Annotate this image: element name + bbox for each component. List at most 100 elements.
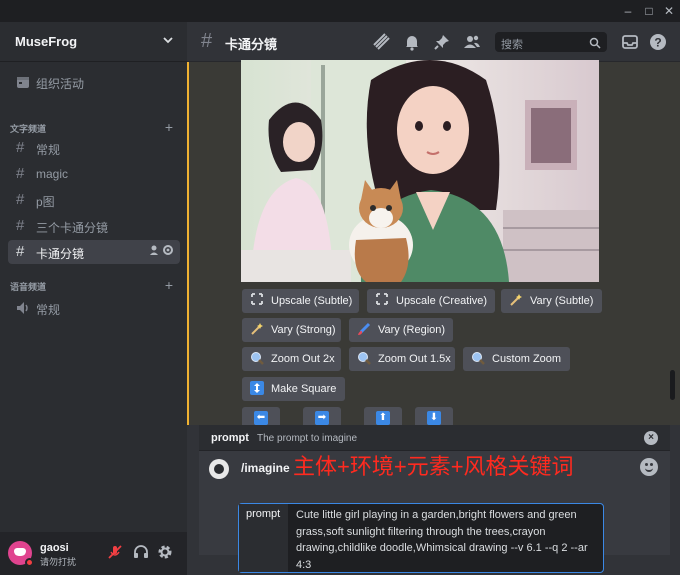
arrow-right-icon: ➡ xyxy=(315,411,329,425)
message-composer: /imagine 主体+环境+元素+风格关键词 prompt Cute litt… xyxy=(199,451,670,573)
channel-header: # 卡通分镜 搜索 ? xyxy=(187,22,680,62)
arrows-vertical-icon xyxy=(250,381,264,397)
button-label: Make Square xyxy=(271,383,337,395)
magnifier-icon xyxy=(471,351,485,367)
zoom-out-1-5x-button[interactable]: Zoom Out 1.5x xyxy=(349,347,455,371)
members-icon[interactable] xyxy=(463,33,481,51)
scrollbar-thumb[interactable] xyxy=(670,370,675,400)
upscale-icon xyxy=(375,293,389,309)
category-voice-label: 语音频道 xyxy=(10,282,47,292)
prompt-value[interactable]: Cute little girl playing in a garden,bri… xyxy=(296,507,600,573)
arrow-down-icon: ⬇ xyxy=(427,411,441,425)
button-label: Vary (Strong) xyxy=(271,324,336,336)
button-label: Vary (Region) xyxy=(378,324,446,336)
prompt-input[interactable]: prompt Cute little girl playing in a gar… xyxy=(238,503,604,573)
button-label: Custom Zoom xyxy=(492,353,562,365)
vary-strong-button[interactable]: Vary (Strong) xyxy=(242,318,341,342)
sidebar-item-channel-3[interactable]: # p图 xyxy=(8,188,180,212)
add-channel-icon[interactable]: + xyxy=(165,119,173,135)
headphones-icon[interactable] xyxy=(132,544,150,562)
pin-icon[interactable] xyxy=(433,33,451,51)
sidebar-item-channel-4[interactable]: # 三个卡通分镜 xyxy=(8,214,180,238)
prompt-option-label: prompt xyxy=(239,504,289,572)
events-label: 组织活动 xyxy=(36,77,85,91)
button-label: Zoom Out 2x xyxy=(271,353,335,365)
main-area: # 卡通分镜 搜索 ? Upscale (Subtle) Upscale (Cr… xyxy=(187,22,680,575)
server-header[interactable]: MuseFrog xyxy=(0,22,187,62)
button-label: Zoom Out 1.5x xyxy=(378,353,451,365)
hash-icon: # xyxy=(16,165,25,182)
chevron-down-icon[interactable] xyxy=(162,33,174,49)
vary-region-button[interactable]: Vary (Region) xyxy=(349,318,453,342)
category-text[interactable]: 文字频道 + xyxy=(6,119,181,136)
svg-text:?: ? xyxy=(654,36,661,50)
hash-icon: # xyxy=(16,191,25,208)
gear-icon[interactable] xyxy=(156,544,174,562)
hash-icon: # xyxy=(16,243,25,260)
status-dnd-indicator xyxy=(25,558,34,567)
add-channel-icon[interactable]: + xyxy=(165,277,173,293)
vary-subtle-button[interactable]: Vary (Subtle) xyxy=(501,289,602,313)
events-item[interactable]: 组织活动 xyxy=(8,70,180,94)
user-panel: gaosi 请勿打扰 xyxy=(0,532,187,575)
category-voice[interactable]: 语音频道 + xyxy=(6,277,181,294)
sidebar-item-channel-2[interactable]: # magic xyxy=(8,162,180,186)
server-name: MuseFrog xyxy=(15,34,78,49)
sidebar-item-channel-1[interactable]: # 常规 xyxy=(8,136,180,160)
calendar-icon xyxy=(16,73,30,94)
channel-title: 卡通分镜 xyxy=(225,37,278,52)
message-feed: Upscale (Subtle) Upscale (Creative) Vary… xyxy=(187,60,680,429)
sparkle-icon xyxy=(250,322,264,338)
channel-sidebar: MuseFrog 组织活动 文字频道 + # 常规 # magic # p图 #… xyxy=(0,22,187,575)
upscale-subtle-button[interactable]: Upscale (Subtle) xyxy=(242,289,359,313)
minimize-button[interactable]: – xyxy=(620,3,636,19)
user-name: gaosi xyxy=(40,542,69,554)
hash-icon: # xyxy=(16,217,25,234)
close-icon[interactable]: × xyxy=(644,431,658,445)
channel-label: 常规 xyxy=(36,143,61,157)
button-label: Upscale (Subtle) xyxy=(271,295,353,307)
sparkle-icon xyxy=(509,293,523,309)
help-icon[interactable]: ? xyxy=(649,33,667,51)
speaker-icon xyxy=(16,299,30,320)
brush-icon xyxy=(357,322,371,338)
maximize-button[interactable]: □ xyxy=(641,3,657,19)
hash-icon: # xyxy=(201,30,213,52)
generated-image[interactable] xyxy=(241,60,599,282)
threads-icon[interactable] xyxy=(373,33,391,51)
channel-label: p图 xyxy=(36,195,55,209)
button-label: Upscale (Creative) xyxy=(396,295,488,307)
channel-actions xyxy=(150,244,174,259)
option-name: prompt xyxy=(211,432,249,444)
inbox-icon[interactable] xyxy=(621,33,639,51)
arrow-left-icon: ⬅ xyxy=(254,411,268,425)
sidebar-item-channel-active[interactable]: # 卡通分镜 xyxy=(8,240,180,264)
user-status: 请勿打扰 xyxy=(40,557,77,567)
magnifier-icon xyxy=(357,351,371,367)
channel-label: magic xyxy=(36,167,69,181)
search-icon xyxy=(589,34,601,52)
option-header: prompt The prompt to imagine × xyxy=(199,425,670,451)
make-square-button[interactable]: Make Square xyxy=(242,377,345,401)
prompt-label-text: prompt xyxy=(246,508,281,520)
search-placeholder: 搜索 xyxy=(501,39,523,51)
arrow-up-icon: ⬆ xyxy=(376,411,390,425)
mic-muted-icon[interactable] xyxy=(106,544,124,562)
upscale-creative-button[interactable]: Upscale (Creative) xyxy=(367,289,495,313)
category-text-label: 文字频道 xyxy=(10,124,47,134)
hash-icon: # xyxy=(16,139,25,156)
emoji-icon[interactable] xyxy=(640,458,658,476)
custom-zoom-button[interactable]: Custom Zoom xyxy=(463,347,570,371)
mention-highlight-bar xyxy=(187,62,189,425)
channel-label: 卡通分镜 xyxy=(36,247,85,261)
search-input[interactable]: 搜索 xyxy=(495,32,607,52)
bell-icon[interactable] xyxy=(403,33,421,51)
slash-command-name: /imagine xyxy=(241,461,290,475)
channel-label: 三个卡通分镜 xyxy=(36,221,109,235)
sidebar-item-voice-1[interactable]: 常规 xyxy=(8,296,180,320)
upscale-icon xyxy=(250,293,264,309)
zoom-out-2x-button[interactable]: Zoom Out 2x xyxy=(242,347,341,371)
bot-avatar xyxy=(209,459,229,479)
channel-label: 常规 xyxy=(36,303,61,317)
close-window-button[interactable]: ✕ xyxy=(661,3,677,19)
